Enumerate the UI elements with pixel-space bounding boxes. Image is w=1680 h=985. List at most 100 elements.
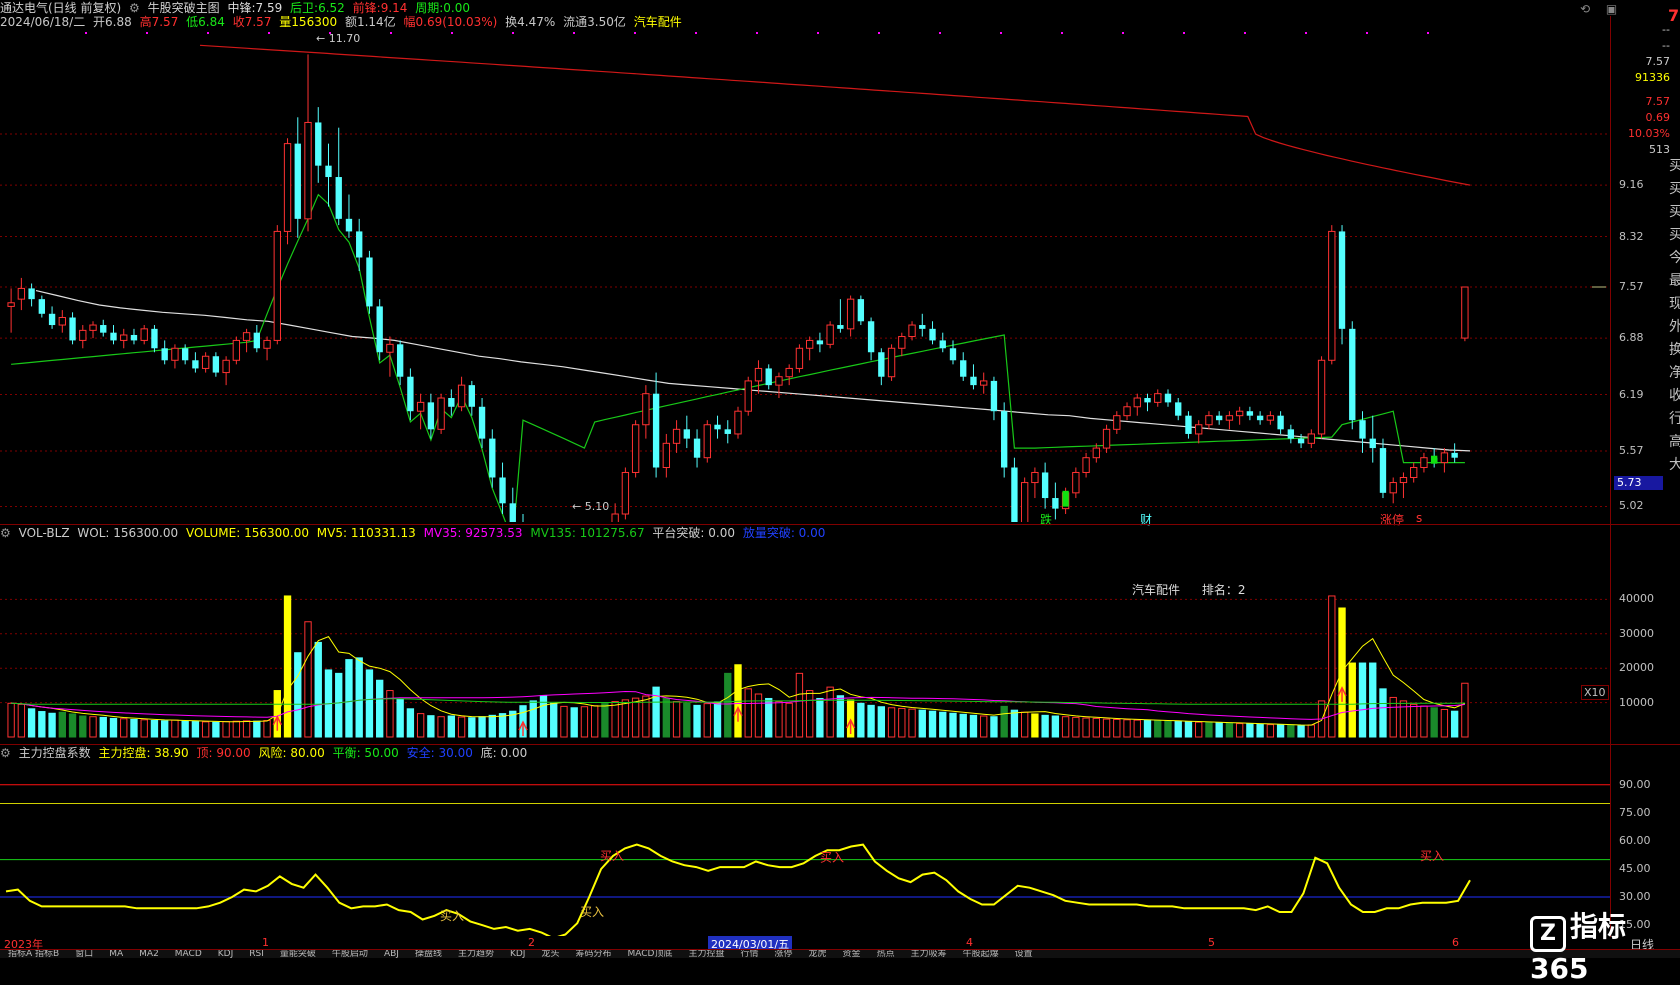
volume-bar (488, 714, 496, 738)
vol-unit-label: X10 (1581, 685, 1609, 700)
candle (960, 352, 967, 381)
flag-zhangting[interactable]: 涨停 (1380, 511, 1404, 528)
candlestick-chart[interactable] (0, 16, 1610, 522)
candle (7, 288, 15, 333)
candle-body (468, 385, 475, 407)
candle-body (693, 438, 701, 458)
volume-bar (99, 716, 107, 738)
stock-title[interactable]: 通达电气(日线 前复权) (0, 1, 121, 15)
candle-body (120, 334, 128, 341)
settings-icon[interactable]: ⚙ (0, 746, 11, 760)
candle-body (376, 306, 383, 353)
volume-bar (222, 721, 230, 738)
volume-bar (1102, 718, 1111, 738)
volume-bar (693, 704, 701, 738)
indicator-chart[interactable]: 买入 买入买入 买入 买入 (0, 760, 1610, 936)
volume-bar (171, 719, 179, 738)
y-tick-label: 30000 (1619, 626, 1654, 640)
candle (724, 420, 731, 444)
candle-body (1175, 402, 1182, 416)
signal-dot (573, 32, 575, 34)
volume-bar (1020, 711, 1029, 738)
candle (1277, 411, 1284, 434)
flag-die[interactable]: 跌 (1040, 511, 1052, 528)
volume-bar (1041, 714, 1049, 738)
signal-dot (1183, 32, 1185, 34)
settings-icon[interactable]: ⚙ (129, 1, 140, 15)
volume-bar (335, 672, 343, 738)
vertical-label-char: 现 (1669, 296, 1680, 312)
candle (826, 321, 834, 349)
candle-body (837, 325, 844, 329)
candle (621, 467, 630, 520)
candle-body (1399, 476, 1408, 484)
buy-signal-label: 买入 (820, 851, 844, 865)
volume-bar (969, 714, 978, 738)
candle (1031, 467, 1039, 499)
candle (1144, 393, 1151, 412)
candle-body (448, 398, 455, 407)
candle-body (703, 424, 711, 459)
volume-bar (1358, 662, 1367, 738)
volume-bar (939, 711, 947, 738)
candle (631, 420, 640, 478)
candle-body (325, 165, 332, 178)
vertical-label-char: 大 (1669, 457, 1680, 473)
volume-bar (68, 713, 77, 738)
ind-name[interactable]: 主力控盘系数 (19, 746, 91, 760)
close-icon[interactable]: ▣ (1606, 2, 1617, 16)
candle-body (457, 384, 466, 408)
settings-icon[interactable]: ⚙ (0, 526, 11, 540)
candle-body (407, 376, 414, 412)
x-axis: 2023年 1 2 2024/03/01/五 4 5 6 (0, 936, 1610, 952)
refresh-icon[interactable]: ⟲ (1580, 2, 1590, 16)
candle-body (857, 299, 865, 322)
volume-chart[interactable] (0, 541, 1610, 743)
volume-bar (959, 713, 967, 738)
volume-bar (990, 716, 998, 738)
x-m6: 6 (1452, 936, 1459, 949)
candle-body (509, 503, 516, 522)
candle (110, 325, 117, 345)
volume-bar (1348, 662, 1356, 738)
signal-dot (1305, 32, 1307, 34)
volume-bar (120, 718, 128, 738)
candle-body (734, 410, 742, 435)
volume-bar (1440, 708, 1449, 738)
volume-bar (1010, 709, 1019, 738)
candle (335, 127, 342, 226)
candle-body (683, 429, 690, 439)
y-tick-label: 9.16 (1619, 178, 1644, 192)
candle (89, 321, 97, 339)
volume-bar (1031, 713, 1039, 738)
candle (273, 225, 281, 345)
rp-dash2: -- (1662, 39, 1670, 52)
candle-body (775, 376, 783, 386)
volume-bar (478, 716, 486, 738)
candle (1072, 467, 1080, 499)
ind-zlkp: 主力控盘: 38.90 (98, 746, 189, 760)
signal-dot (1122, 32, 1124, 34)
volume-bar (1184, 721, 1193, 738)
volume-bar (570, 707, 578, 738)
signal-dot (1427, 32, 1429, 34)
candle-body (1020, 482, 1029, 522)
vol-mv5: MV5: 110331.13 (316, 526, 416, 540)
candle-body (867, 321, 875, 353)
candle (1020, 477, 1029, 522)
volume-bar (724, 672, 732, 738)
candle-body (1287, 429, 1295, 439)
candle (1399, 472, 1408, 499)
candle-body (960, 360, 967, 377)
volume-bar (406, 708, 415, 738)
volume-bar (1195, 721, 1203, 738)
candle-body (110, 332, 117, 341)
volume-bar (1225, 722, 1234, 738)
flag-cai[interactable]: 财 (1140, 511, 1152, 528)
flag-s[interactable]: s (1416, 511, 1422, 525)
vol-name[interactable]: VOL-BLZ (19, 526, 70, 540)
candle (222, 356, 230, 386)
indicator-name[interactable]: 牛股突破主图 (148, 1, 220, 15)
ind-anquan: 安全: 30.00 (406, 746, 473, 760)
volume-bar (314, 641, 322, 738)
